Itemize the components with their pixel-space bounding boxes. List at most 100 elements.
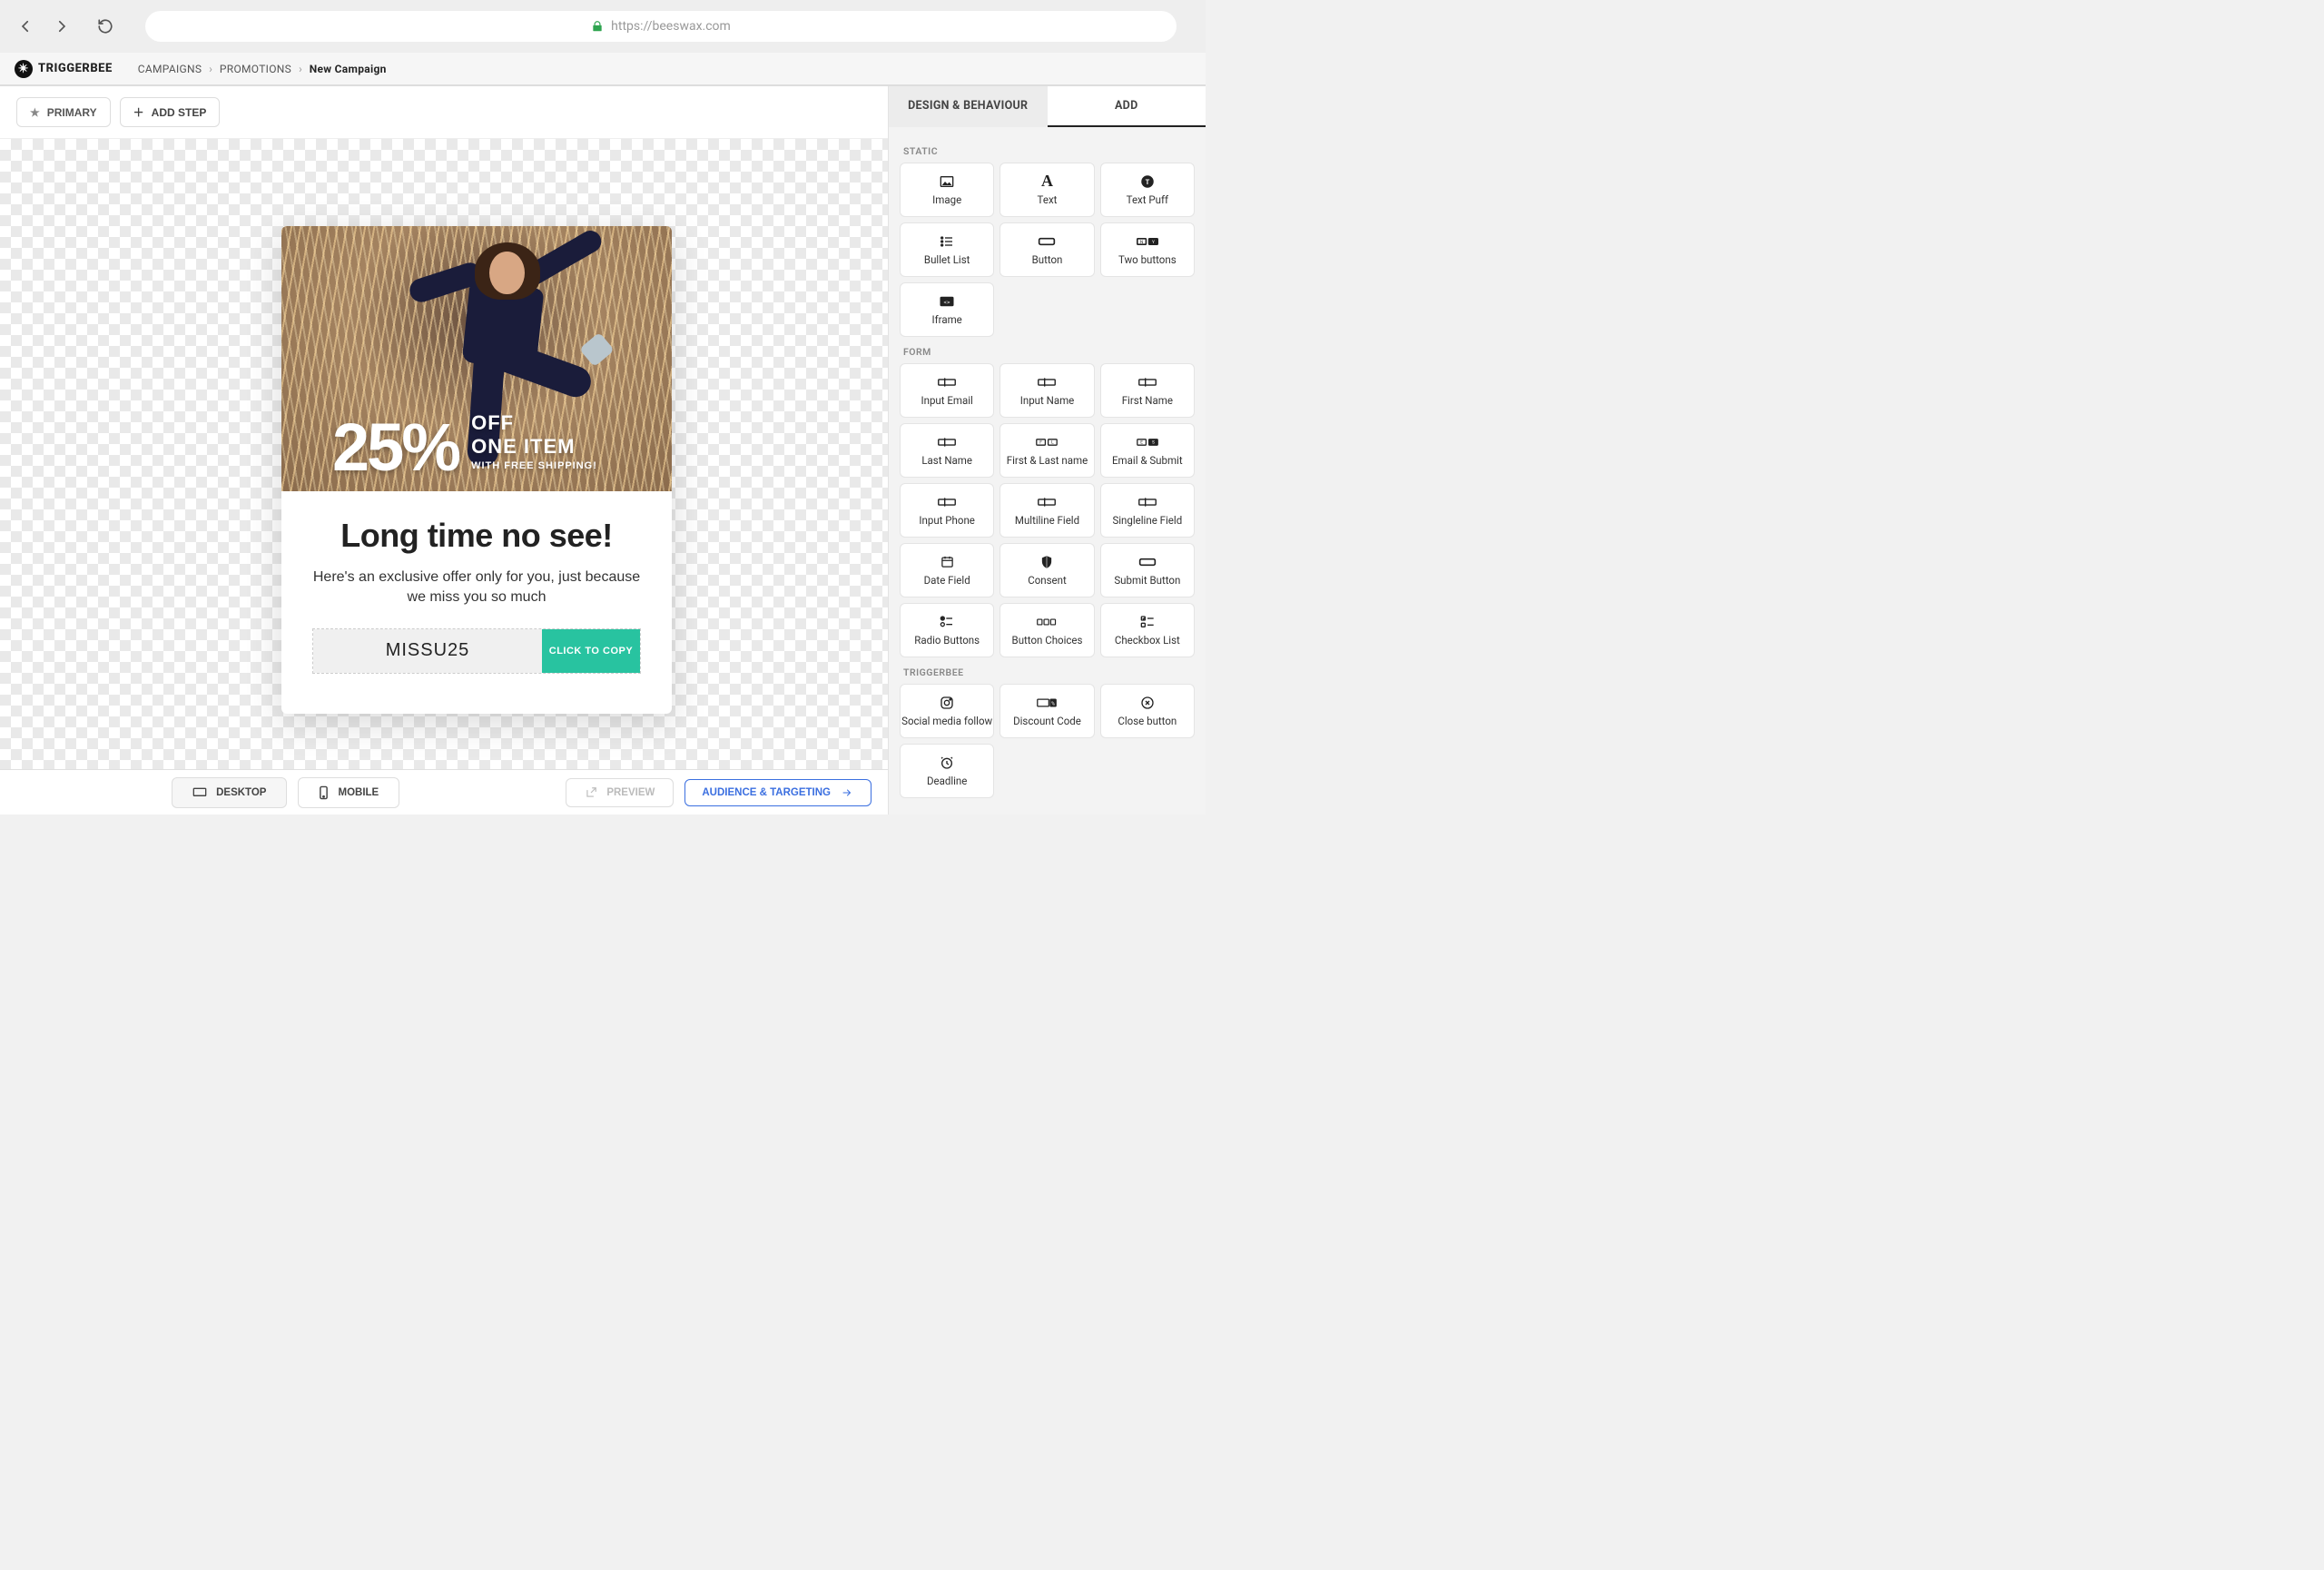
last-name-icon xyxy=(938,435,956,449)
logo-text: TRIGGERBEE xyxy=(38,62,113,75)
chevron-right-icon: › xyxy=(209,63,212,75)
tile-close-button[interactable]: Close button xyxy=(1100,684,1195,738)
tile-text-puff[interactable]: T Text Puff xyxy=(1100,163,1195,217)
popup-subline[interactable]: Here's an exclusive offer only for you, … xyxy=(312,568,641,608)
tile-multiline-field[interactable]: Multiline Field xyxy=(1000,483,1094,538)
tab-add[interactable]: ADD xyxy=(1048,86,1206,127)
address-bar[interactable]: https://beeswax.com xyxy=(145,11,1177,42)
tile-label: Deadline xyxy=(927,775,967,787)
svg-text:Y: Y xyxy=(1152,240,1155,245)
tile-label: Checkbox List xyxy=(1115,634,1180,647)
input-name-icon xyxy=(1038,375,1056,390)
logo[interactable]: ✴ TRIGGERBEE xyxy=(15,60,113,78)
step-toolbar: ★ PRIMARY ＋ ADD STEP xyxy=(0,86,888,139)
tile-label: Date Field xyxy=(924,574,970,587)
device-desktop-button[interactable]: DESKTOP xyxy=(172,777,287,808)
popup-headline[interactable]: Long time no see! xyxy=(312,517,641,555)
tile-submit-button[interactable]: Submit Button xyxy=(1100,543,1195,597)
email-submit-icon: ES xyxy=(1137,435,1158,449)
app: ★ PRIMARY ＋ ADD STEP xyxy=(0,85,1206,815)
tab-design-behaviour[interactable]: DESIGN & BEHAVIOUR xyxy=(889,86,1048,127)
tile-input-email[interactable]: Input Email xyxy=(900,363,994,418)
copy-code-button[interactable]: CLICK TO COPY xyxy=(542,629,640,673)
text-puff-icon: T xyxy=(1139,174,1156,189)
editor-footer: DESKTOP MOBILE PREVIEW AUDIENCE & TARGET… xyxy=(0,769,888,815)
canvas-column: ★ PRIMARY ＋ ADD STEP xyxy=(0,86,888,815)
tile-label: Input Name xyxy=(1020,394,1075,407)
close-icon xyxy=(1140,696,1155,710)
text-icon: A xyxy=(1041,174,1053,189)
tile-label: Consent xyxy=(1028,574,1067,587)
tile-label: Input Email xyxy=(921,394,972,407)
tile-input-phone[interactable]: Input Phone xyxy=(900,483,994,538)
tile-label: Text Puff xyxy=(1127,193,1168,206)
svg-text:N: N xyxy=(1140,240,1144,245)
tile-first-name[interactable]: First Name xyxy=(1100,363,1195,418)
tile-bullet-list[interactable]: Bullet List xyxy=(900,222,994,277)
add-step-label: ADD STEP xyxy=(152,106,207,119)
tile-two-buttons[interactable]: NY Two buttons xyxy=(1100,222,1195,277)
input-email-icon xyxy=(938,375,956,390)
canvas[interactable]: 25% OFF ONE ITEM WITH FREE SHIPPING! Lon… xyxy=(0,139,888,769)
lock-icon xyxy=(591,20,604,33)
instagram-icon xyxy=(940,696,954,710)
svg-text:L: L xyxy=(1052,439,1055,445)
first-last-icon: FL xyxy=(1036,435,1058,449)
alarm-clock-icon xyxy=(940,755,954,770)
tile-label: Bullet List xyxy=(924,253,970,266)
hero-line2: ONE ITEM xyxy=(471,435,597,459)
tile-discount-code[interactable]: %Discount Code xyxy=(1000,684,1094,738)
panel-body[interactable]: STATIC Image A Text T Text Puff Bullet L… xyxy=(889,127,1206,815)
mobile-icon xyxy=(319,785,329,800)
tile-label: Input Phone xyxy=(919,514,975,527)
discount-code-value[interactable]: MISSU25 xyxy=(313,629,542,673)
preview-button[interactable]: PREVIEW xyxy=(566,778,674,807)
tile-label: Discount Code xyxy=(1013,715,1081,727)
tile-consent[interactable]: Consent xyxy=(1000,543,1094,597)
tile-last-name[interactable]: Last Name xyxy=(900,423,994,478)
crumb-promotions[interactable]: PROMOTIONS xyxy=(220,63,291,75)
tile-date-field[interactable]: Date Field xyxy=(900,543,994,597)
arrow-right-icon xyxy=(840,787,854,798)
svg-text:S: S xyxy=(1152,439,1155,445)
tile-button[interactable]: Button xyxy=(1000,222,1094,277)
add-step-button[interactable]: ＋ ADD STEP xyxy=(120,97,221,127)
nav-forward-button[interactable] xyxy=(49,14,74,39)
button-icon xyxy=(1038,234,1056,249)
star-icon: ★ xyxy=(30,106,40,119)
multiline-icon xyxy=(1038,495,1056,509)
tile-deadline[interactable]: Deadline xyxy=(900,744,994,798)
two-buttons-icon: NY xyxy=(1137,234,1158,249)
tile-singleline-field[interactable]: Singleline Field xyxy=(1100,483,1195,538)
popup-preview[interactable]: 25% OFF ONE ITEM WITH FREE SHIPPING! Lon… xyxy=(281,226,672,714)
nav-reload-button[interactable] xyxy=(93,14,118,39)
nav-back-button[interactable] xyxy=(13,14,38,39)
tile-email-submit[interactable]: ESEmail & Submit xyxy=(1100,423,1195,478)
mobile-label: MOBILE xyxy=(338,787,379,798)
tile-checkbox-list[interactable]: Checkbox List xyxy=(1100,603,1195,657)
crumb-campaigns[interactable]: CAMPAIGNS xyxy=(138,63,202,75)
tile-first-last-name[interactable]: FLFirst & Last name xyxy=(1000,423,1094,478)
tile-input-name[interactable]: Input Name xyxy=(1000,363,1094,418)
svg-text:F: F xyxy=(1040,439,1043,445)
tile-label: Last Name xyxy=(921,454,972,467)
tile-image[interactable]: Image xyxy=(900,163,994,217)
tile-label: First Name xyxy=(1122,394,1173,407)
tile-button-choices[interactable]: Button Choices xyxy=(1000,603,1094,657)
svg-text:E: E xyxy=(1140,439,1143,445)
group-label-form: FORM xyxy=(900,337,1195,363)
audience-targeting-button[interactable]: AUDIENCE & TARGETING xyxy=(684,779,872,806)
plus-icon: ＋ xyxy=(133,104,144,120)
breadcrumb: CAMPAIGNS › PROMOTIONS › New Campaign xyxy=(138,63,387,75)
popup-hero-image: 25% OFF ONE ITEM WITH FREE SHIPPING! xyxy=(281,226,672,491)
tile-social-media-follow[interactable]: Social media follow xyxy=(900,684,994,738)
tile-text[interactable]: A Text xyxy=(1000,163,1094,217)
primary-step-button[interactable]: ★ PRIMARY xyxy=(16,97,111,127)
hero-line3: WITH FREE SHIPPING! xyxy=(471,460,597,471)
tile-iframe[interactable]: <> Iframe xyxy=(900,282,994,337)
tile-label: Text xyxy=(1038,193,1058,206)
crumb-current: New Campaign xyxy=(310,63,387,75)
tile-radio-buttons[interactable]: Radio Buttons xyxy=(900,603,994,657)
panel-tabs: DESIGN & BEHAVIOUR ADD xyxy=(889,86,1206,127)
device-mobile-button[interactable]: MOBILE xyxy=(298,777,399,808)
